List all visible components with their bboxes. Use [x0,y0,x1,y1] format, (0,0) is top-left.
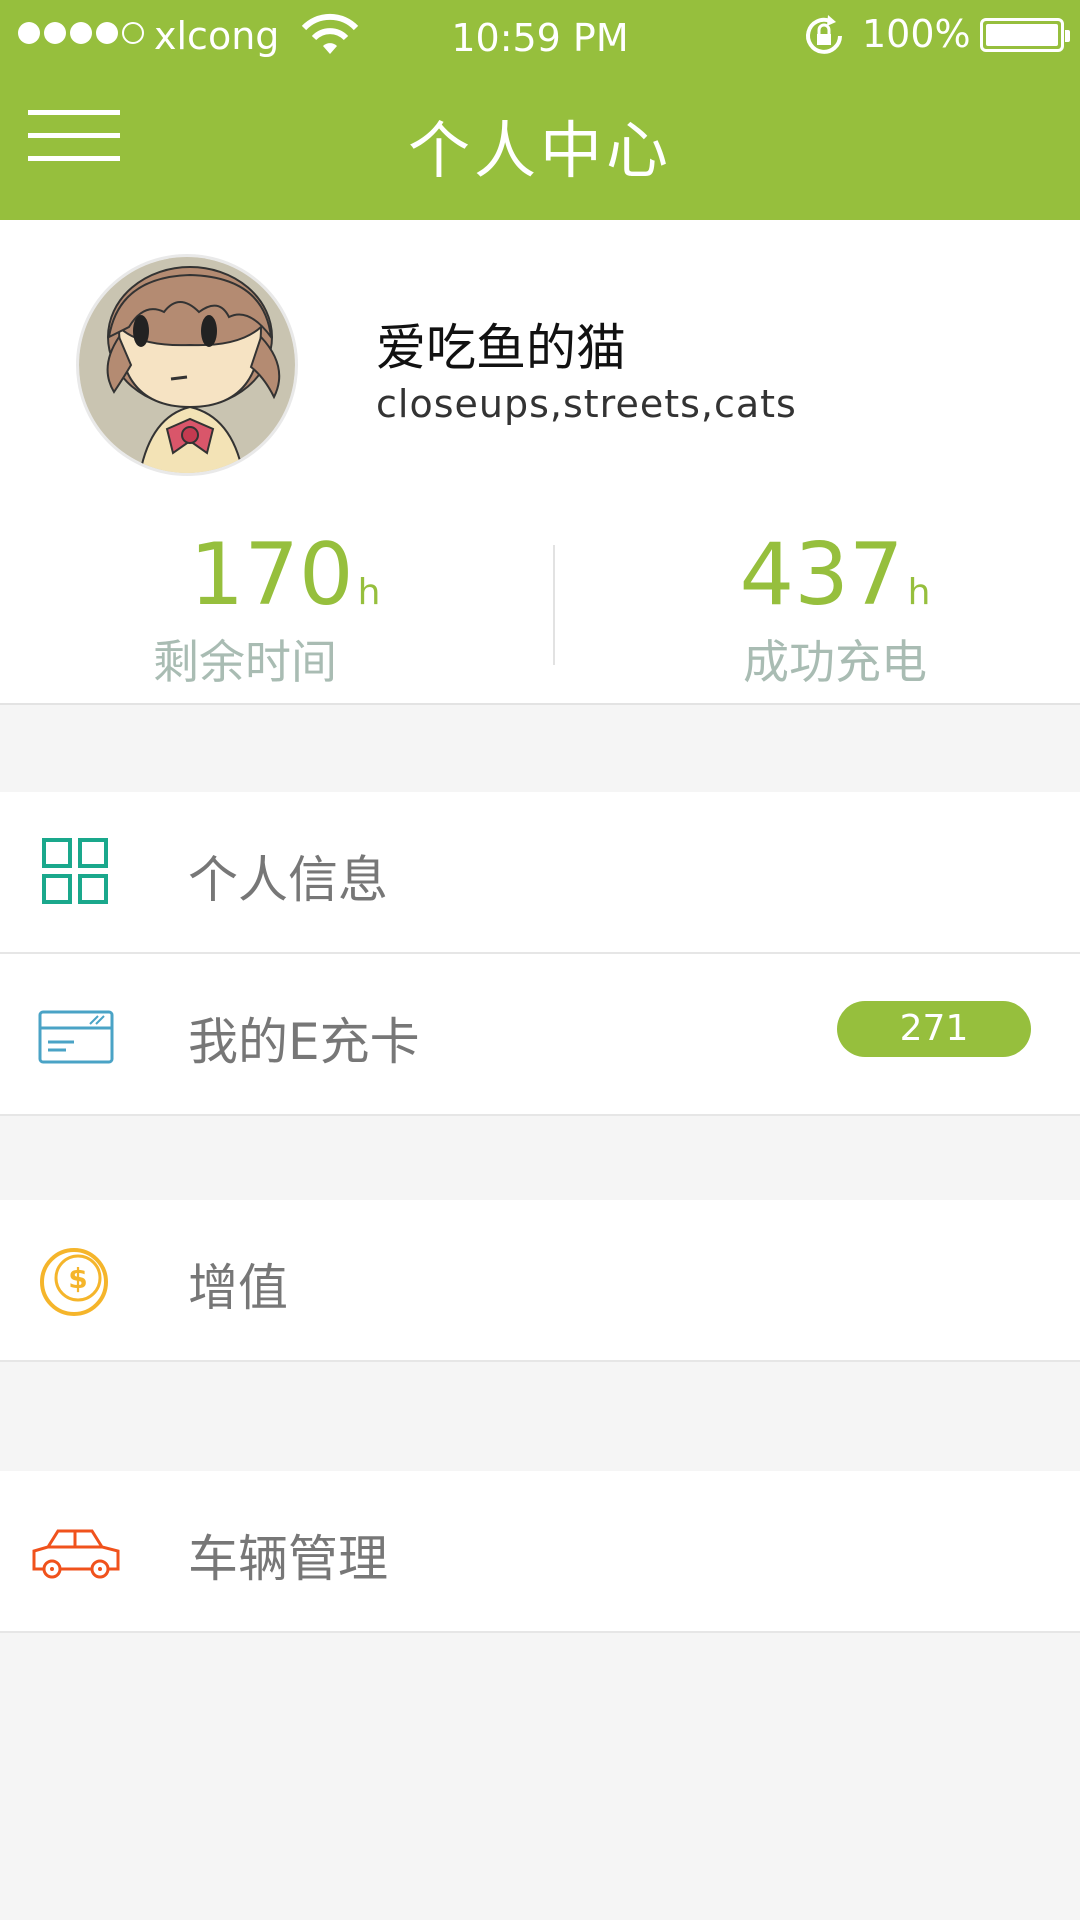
stat-label: 剩余时间 [153,635,337,689]
stat-value: 170 h [189,525,381,625]
stat-value: 437 h [739,525,931,625]
status-bar: xlcong 10:59 PM 100% [0,0,1080,70]
coin-icon: $ [40,1248,108,1316]
grid-icon [42,838,108,904]
top-bar: xlcong 10:59 PM 100% 个人中心 [0,0,1080,220]
menu-item-recharge[interactable]: $ 增值 [0,1200,1080,1362]
username: 爱吃鱼的猫 [376,319,626,377]
svg-text:$: $ [68,1262,87,1295]
menu-item-label: 增值 [188,1259,288,1317]
card-count-badge: 271 [837,1001,1031,1057]
user-tags: closeups,streets,cats [376,382,797,426]
rotation-lock-icon [806,15,842,54]
page-title: 个人中心 [407,114,672,187]
menu-item-label: 个人信息 [188,851,388,909]
card-icon [38,1010,114,1064]
battery-percent: 100% [862,12,971,56]
avatar[interactable] [76,254,298,476]
stat-remaining-time: 170 h 剩余时间 [0,532,540,692]
car-icon [32,1529,120,1579]
menu-item-e-card[interactable]: 我的E充卡 271 [0,954,1080,1116]
profile-card: 爱吃鱼的猫 closeups,streets,cats 170 h 剩余时间 43… [0,220,1080,705]
menu-item-personal-info[interactable]: 个人信息 [0,792,1080,954]
stat-label: 成功充电 [743,635,927,689]
avatar-image [79,257,295,473]
menu-item-vehicle[interactable]: 车辆管理 [0,1471,1080,1633]
menu-item-label: 我的E充卡 [188,1013,420,1071]
menu-item-label: 车辆管理 [188,1530,388,1588]
battery-icon [980,18,1070,52]
stat-charged: 437 h 成功充电 [540,532,1080,692]
